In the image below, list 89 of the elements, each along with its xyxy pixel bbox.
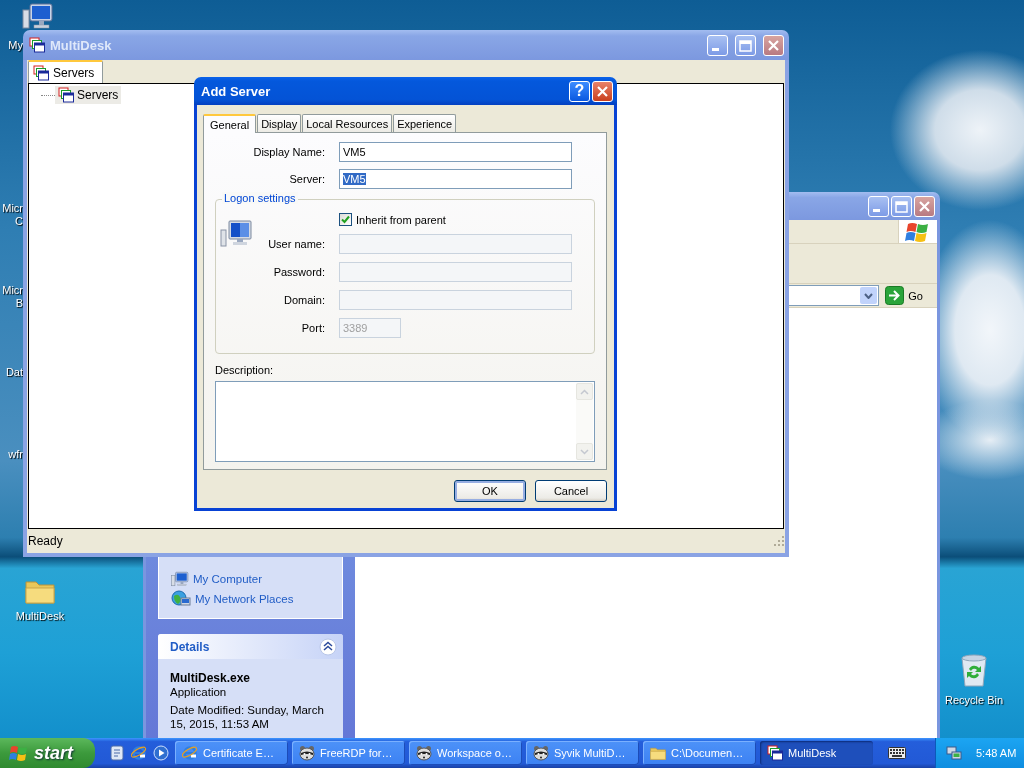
go-button[interactable]: Go [883,286,925,305]
field-label: Display Name: [252,146,325,158]
folder-icon [650,746,666,760]
dropdown-button[interactable] [860,287,878,304]
close-icon [765,37,782,53]
taskbar-button[interactable]: MultiDesk [760,741,873,765]
windows-flag-icon [9,744,29,762]
tab[interactable]: Local Resources [302,114,393,132]
ok-button[interactable]: OK [454,480,526,502]
close-icon [916,198,933,214]
window-title: MultiDesk [50,37,113,53]
checkbox-label[interactable]: Inherit from parent [356,213,446,226]
field-label: Password: [272,266,325,278]
place-link[interactable]: My Network Places [195,593,294,605]
app-window-icon [33,64,49,81]
icon-label[interactable]: C [2,215,23,228]
close-button[interactable] [763,34,784,56]
taskbar-button[interactable]: Syvik MultiD… [526,741,639,765]
file-name: MultiDesk.exe [170,671,252,685]
icon-label[interactable]: Micr [2,202,23,215]
tree-item[interactable]: Servers [55,86,122,104]
taskbar-button[interactable]: Certificate E… [175,741,288,765]
icon-label[interactable]: Micr [2,284,23,297]
checkmark-icon [341,215,350,224]
close-button[interactable] [914,195,935,217]
network-tray-icon[interactable] [946,745,962,761]
network-globe-icon [171,590,191,608]
icon-label[interactable]: Recycle Bin [944,694,1004,707]
maximize-button[interactable] [735,34,756,56]
text-field[interactable]: VM5 [339,169,572,189]
maximize-icon [737,37,754,53]
field-label: Description: [215,364,275,376]
date-modified: Date Modified: Sunday, March 15, 2015, 11:53 AM [170,703,325,731]
minimize-icon [711,47,719,51]
cancel-button[interactable]: Cancel [535,480,607,502]
file-type: Application [170,685,228,699]
field-label: User name: [268,238,325,250]
icon-label[interactable]: My [8,39,23,52]
minimize-icon [872,208,880,212]
checkbox[interactable] [339,213,352,226]
arrow-up-icon [580,388,589,395]
app-window-icon [767,745,783,761]
panel-title: Details [170,639,210,654]
app-window-icon [29,37,45,53]
document-icon [109,745,125,761]
dialog-title: Add Server [201,83,272,99]
recycle-bin-icon [958,654,990,688]
clock: 5:48 AM [976,747,1017,759]
collapse-chevron-icon[interactable] [319,637,337,656]
help-button[interactable]: ? [569,80,590,102]
maximize-icon [893,198,910,214]
field-label: Server: [288,173,325,185]
details-header[interactable]: Details [158,634,343,659]
taskbar-button[interactable]: FreeRDP for… [292,741,405,765]
taskbar-button[interactable]: Workspace o… [409,741,522,765]
group-title: Logon settings [222,192,298,204]
close-button[interactable] [592,80,613,102]
status-text: Ready [28,534,63,548]
tab[interactable]: Display [257,114,302,132]
keyboard-icon [888,747,906,759]
quick-launch-button[interactable] [109,744,125,762]
computer-icon [22,2,54,30]
place-link[interactable]: My Computer [193,573,263,585]
play-icon [153,745,169,761]
field-label: Domain: [283,294,325,306]
icon-label[interactable]: wfr [8,448,23,461]
icon-label[interactable]: Dat [5,366,23,379]
tab[interactable]: Servers [28,60,104,83]
minimize-button[interactable] [707,34,728,56]
raccoon-icon [533,745,549,761]
folder-icon [25,578,55,604]
arrow-down-icon [580,448,589,455]
text-field[interactable]: VM5 [339,142,572,162]
icon-label[interactable]: B [2,297,23,310]
resize-grip-icon [773,535,785,547]
start-button[interactable]: start [0,738,95,768]
minimize-button[interactable] [868,195,889,217]
tab[interactable]: General [203,114,257,133]
taskbar-button[interactable]: C:\Documen… [643,741,756,765]
computer-icon [220,218,254,248]
computer-icon [171,571,189,587]
raccoon-icon [416,745,432,761]
app-window-icon [58,87,74,103]
close-icon [594,83,611,99]
tab[interactable]: Experience [393,114,457,132]
maximize-button[interactable] [891,195,912,217]
icon-label[interactable]: MultiDesk [15,610,65,623]
raccoon-icon [299,745,315,761]
field-label: Port: [300,322,325,334]
